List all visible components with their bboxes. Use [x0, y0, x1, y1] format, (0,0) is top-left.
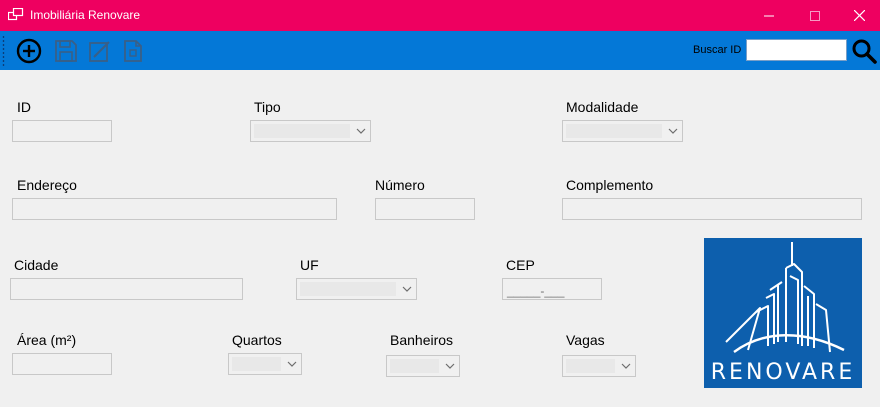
cep-mask: _____-___ [507, 284, 565, 298]
search-id-input[interactable] [746, 39, 847, 61]
quartos-select[interactable] [228, 353, 302, 375]
cep-field[interactable]: _____-___ [502, 278, 602, 300]
document-icon [124, 40, 142, 62]
maximize-button[interactable] [792, 0, 838, 31]
toolbar: Buscar ID [0, 31, 880, 70]
magnifier-icon [852, 39, 877, 64]
area-field[interactable] [12, 353, 112, 375]
chevron-down-icon [287, 361, 297, 367]
cidade-label: Cidade [14, 257, 59, 273]
modalidade-select[interactable] [562, 120, 683, 142]
tipo-select[interactable] [250, 120, 371, 142]
complemento-label: Complemento [566, 177, 654, 193]
add-icon [16, 38, 42, 64]
area-label: Área (m²) [17, 332, 77, 348]
banheiros-label: Banheiros [390, 332, 454, 348]
save-icon [55, 40, 77, 62]
banheiros-select[interactable] [386, 355, 460, 377]
edit-button[interactable] [85, 36, 115, 66]
quartos-label: Quartos [232, 332, 282, 348]
id-field[interactable] [12, 120, 112, 142]
numero-label: Número [375, 177, 425, 193]
vagas-label: Vagas [566, 332, 605, 348]
maximize-icon [810, 10, 820, 21]
renovare-logo: RENOVARE [704, 238, 862, 388]
chevron-down-icon [402, 286, 412, 292]
document-button[interactable] [118, 36, 148, 66]
chevron-down-icon [356, 128, 366, 134]
chevron-down-icon [445, 363, 455, 369]
logo-text: RENOVARE [710, 360, 856, 385]
app-icon [8, 8, 24, 21]
search-id-label: Buscar ID [693, 44, 742, 56]
window-title: Imobiliária Renovare [30, 8, 141, 22]
save-button[interactable] [51, 36, 81, 66]
chevron-down-icon [621, 363, 631, 369]
tipo-label: Tipo [254, 99, 281, 115]
title-bar: Imobiliária Renovare [0, 0, 880, 31]
uf-label: UF [300, 257, 319, 273]
endereco-field[interactable] [12, 198, 337, 220]
search-button[interactable] [850, 37, 878, 65]
modalidade-label: Modalidade [566, 99, 639, 115]
vagas-select[interactable] [562, 355, 636, 377]
cidade-field[interactable] [10, 278, 243, 300]
numero-field[interactable] [375, 198, 475, 220]
uf-select[interactable] [296, 278, 417, 300]
complemento-field[interactable] [562, 198, 862, 220]
close-button[interactable] [836, 0, 880, 31]
edit-icon [89, 41, 110, 62]
toolbar-grip[interactable] [2, 35, 5, 67]
add-button[interactable] [14, 36, 44, 66]
chevron-down-icon [668, 128, 678, 134]
id-label: ID [17, 99, 31, 115]
close-icon [853, 10, 865, 21]
minimize-button[interactable] [746, 0, 792, 31]
minimize-icon [764, 15, 774, 16]
cep-label: CEP [506, 257, 535, 273]
building-icon [725, 242, 845, 353]
endereco-label: Endereço [17, 177, 77, 193]
